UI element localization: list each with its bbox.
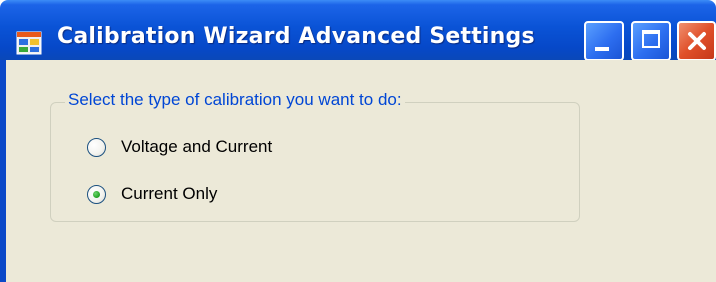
radio-button-icon[interactable] (87, 137, 106, 157)
close-button[interactable] (677, 21, 716, 61)
title-bar[interactable]: Calibration Wizard Advanced Settings (0, 0, 716, 61)
window-client-area: Select the type of calibration you want … (0, 60, 716, 282)
radio-label[interactable]: Current Only (121, 184, 217, 204)
app-window-icon[interactable] (16, 30, 42, 56)
minimize-icon (595, 47, 609, 51)
calibration-type-groupbox: Select the type of calibration you want … (50, 90, 580, 222)
calibration-wizard-window: Calibration Wizard Advanced Settings Sel… (0, 0, 716, 282)
radio-label[interactable]: Voltage and Current (121, 137, 272, 157)
radio-option-voltage-and-current[interactable]: Voltage and Current (87, 135, 272, 159)
maximize-button[interactable] (631, 21, 671, 61)
close-icon (681, 25, 713, 57)
minimize-button[interactable] (584, 21, 624, 61)
radio-button-icon[interactable] (87, 184, 106, 204)
window-title: Calibration Wizard Advanced Settings (57, 24, 535, 49)
radio-option-current-only[interactable]: Current Only (87, 182, 217, 206)
maximize-icon (642, 30, 660, 48)
groupbox-legend: Select the type of calibration you want … (65, 90, 405, 110)
